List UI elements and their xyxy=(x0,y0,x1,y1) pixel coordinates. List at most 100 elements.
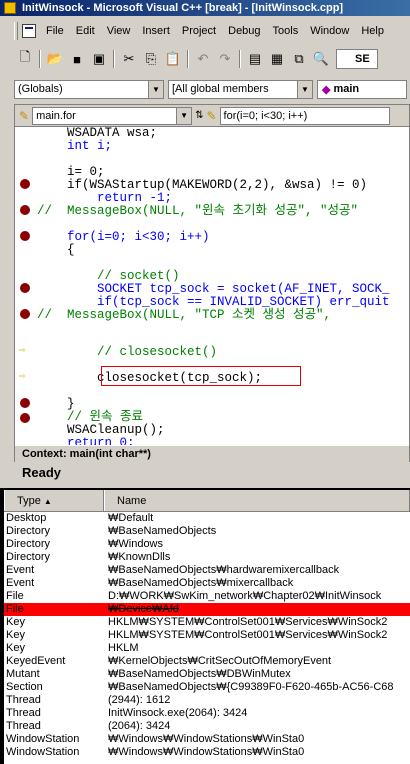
save-icon[interactable]: ■ xyxy=(66,48,88,70)
menu-bar: File Edit View Insert Project Debug Tool… xyxy=(14,20,410,42)
chevron-down-icon[interactable]: ▼ xyxy=(297,80,312,98)
handle-row[interactable]: Directory ₩KnownDlls xyxy=(4,551,410,564)
menu-help[interactable]: Help xyxy=(355,20,390,42)
copy-icon[interactable]: ⎘ xyxy=(140,48,162,70)
code-line: // MessageBox(NULL, "윈속 초기화 성공", "성공" xyxy=(37,205,358,218)
handle-name: ₩BaseNamedObjects₩DBWinMutex xyxy=(108,668,291,680)
breakpoint-icon[interactable] xyxy=(20,179,30,189)
handle-row[interactable]: Desktop ₩Default xyxy=(4,512,410,525)
handle-row[interactable]: Mutant ₩BaseNamedObjects₩DBWinMutex xyxy=(4,668,410,681)
handle-row[interactable]: File D:₩WORK₩SwKim_network₩Chapter02₩Init… xyxy=(4,590,410,603)
editor-navbar: ✎ main.for ▼ ⇅ ✎ for(i=0; i<30; i++) xyxy=(15,105,409,127)
open-icon[interactable]: 📂 xyxy=(44,48,66,70)
chevron-down-icon[interactable]: ▼ xyxy=(176,107,192,124)
handle-row[interactable]: WindowStation ₩Windows₩WindowStations₩Win… xyxy=(4,746,410,759)
column-header-type[interactable]: Type ▲ xyxy=(4,490,104,511)
members-combo[interactable]: [All global members ▼ xyxy=(168,79,313,99)
handle-type: Key xyxy=(6,642,25,654)
handle-row[interactable]: Thread InitWinsock.exe(2064): 3424 xyxy=(4,707,410,720)
handle-type: File xyxy=(6,590,24,602)
handle-name: (2064): 3424 xyxy=(108,720,171,732)
handle-type: Desktop xyxy=(6,512,47,524)
handle-name: ₩Default xyxy=(108,512,154,524)
handle-row[interactable]: Thread (2944): 1612 xyxy=(4,694,410,707)
handle-row[interactable]: KeyedEvent ₩KernelObjects₩CritSecOutOfMem… xyxy=(4,655,410,668)
code-line: // MessageBox(NULL, "TCP 소켓 생성 성공", xyxy=(37,309,331,322)
code-line-text: return -1; xyxy=(37,191,173,205)
handle-name: D:₩WORK₩SwKim_network₩Chapter02₩InitWins… xyxy=(108,590,382,602)
handle-type: Event xyxy=(6,564,35,576)
breakpoint-icon[interactable] xyxy=(20,231,30,241)
handle-row[interactable]: Directory ₩BaseNamedObjects xyxy=(4,525,410,538)
handle-name: HKLM xyxy=(108,642,139,654)
code-line: { xyxy=(37,243,75,257)
code-editor[interactable]: ✎ main.for ▼ ⇅ ✎ for(i=0; i<30; i++) ⇨ ⇨… xyxy=(14,104,410,464)
menu-file[interactable]: File xyxy=(40,20,70,42)
handle-name: ₩Windows₩WindowStations₩WinSta0 xyxy=(108,746,305,758)
output-icon[interactable]: ▦ xyxy=(266,48,288,70)
menu-insert[interactable]: Insert xyxy=(136,20,176,42)
file-combo[interactable]: main.for ▼ xyxy=(32,106,193,125)
variables-context-bar[interactable]: Context: main(int char**) xyxy=(22,446,410,462)
handle-row[interactable]: WindowStation ₩Windows₩WindowStations₩Win… xyxy=(4,733,410,746)
code-line-text: SOCKET tcp_sock = socket(AF_INET, SOCK_ xyxy=(37,282,390,296)
scope-combo[interactable]: (Globals) ▼ xyxy=(14,79,164,99)
column-header-name[interactable]: Name xyxy=(104,490,410,511)
menu-window[interactable]: Window xyxy=(304,20,355,42)
handle-name: ₩KnownDlls xyxy=(108,551,171,563)
sort-ascending-icon: ▲ xyxy=(43,497,52,506)
find-combo[interactable]: SE xyxy=(336,49,378,69)
save-all-icon[interactable]: ▣ xyxy=(88,48,110,70)
menu-debug[interactable]: Debug xyxy=(222,20,266,42)
workspace-icon[interactable]: ▤ xyxy=(244,48,266,70)
handle-name: InitWinsock.exe(2064): 3424 xyxy=(108,707,248,719)
windows-icon[interactable]: ⧉ xyxy=(288,48,310,70)
handle-row[interactable]: File ₩Device₩Afd xyxy=(4,603,410,616)
menu-project[interactable]: Project xyxy=(176,20,222,42)
handle-row[interactable]: Directory ₩Windows xyxy=(4,538,410,551)
menu-tools[interactable]: Tools xyxy=(267,20,305,42)
location-combo[interactable]: for(i=0; i<30; i++) xyxy=(219,106,390,125)
toolbar-separator xyxy=(113,50,115,68)
handle-name: HKLM₩SYSTEM₩ControlSet001₩Services₩WinSo… xyxy=(108,616,388,628)
pencil-icon: ✎ xyxy=(206,108,217,123)
code-area[interactable]: ⇨ ⇨ WSADATA wsa; int i; i= 0; if(WSAStar… xyxy=(15,127,409,450)
redo-icon[interactable]: ↷ xyxy=(214,48,236,70)
handles-list[interactable]: Type ▲ Name Desktop ₩Default Directory ₩Bas… xyxy=(4,490,410,764)
handle-type: Directory xyxy=(6,538,51,550)
handle-row[interactable]: Section ₩BaseNamedObjects₩{C99389F0-F620-… xyxy=(4,681,410,694)
handle-row[interactable]: Key HKLM₩SYSTEM₩ControlSet001₩Services₩Wi… xyxy=(4,629,410,642)
handle-name: ₩BaseNamedObjects₩mixercallback xyxy=(108,577,294,589)
find-in-files-icon[interactable]: 🔍 xyxy=(310,48,332,70)
handle-name: ₩Windows₩WindowStations₩WinSta0 xyxy=(108,733,305,745)
handle-row[interactable]: Event ₩BaseNamedObjects₩mixercallback xyxy=(4,577,410,590)
pencil-icon: ✎ xyxy=(19,108,30,123)
handle-type: Directory xyxy=(6,551,51,563)
menu-view[interactable]: View xyxy=(101,20,137,42)
members-value: [All global members xyxy=(172,83,269,95)
menu-edit[interactable]: Edit xyxy=(70,20,101,42)
paste-icon[interactable]: 📋 xyxy=(162,48,184,70)
breakpoint-icon[interactable] xyxy=(20,205,30,215)
handle-type: Event xyxy=(6,577,35,589)
handle-row[interactable]: Thread (2064): 3424 xyxy=(4,720,410,733)
breakpoint-icon[interactable] xyxy=(20,309,30,319)
cut-icon[interactable]: ✂ xyxy=(118,48,140,70)
chevron-down-icon[interactable]: ▼ xyxy=(148,80,163,98)
handle-type: KeyedEvent xyxy=(6,655,66,667)
sync-icon[interactable]: ⇅ xyxy=(195,110,203,121)
handle-row[interactable]: Event ₩BaseNamedObjects₩hardwaremixercall… xyxy=(4,564,410,577)
toolbar-separator xyxy=(39,50,41,68)
menubar-grip[interactable] xyxy=(14,22,18,40)
handle-row[interactable]: Key HKLM₩SYSTEM₩ControlSet001₩Services₩Wi… xyxy=(4,616,410,629)
window-title: InitWinsock - Microsoft Visual C++ [brea… xyxy=(22,2,344,14)
undo-icon[interactable]: ↶ xyxy=(192,48,214,70)
document-icon[interactable] xyxy=(22,24,36,38)
breakpoint-icon[interactable] xyxy=(20,413,30,423)
handle-row[interactable]: Key HKLM xyxy=(4,642,410,655)
breakpoint-icon[interactable] xyxy=(20,398,30,408)
breakpoint-icon[interactable] xyxy=(20,283,30,293)
code-line-text: int i; xyxy=(37,139,113,153)
function-combo[interactable]: ◆ main xyxy=(317,79,407,99)
new-icon[interactable]: 🗋 xyxy=(14,48,36,70)
